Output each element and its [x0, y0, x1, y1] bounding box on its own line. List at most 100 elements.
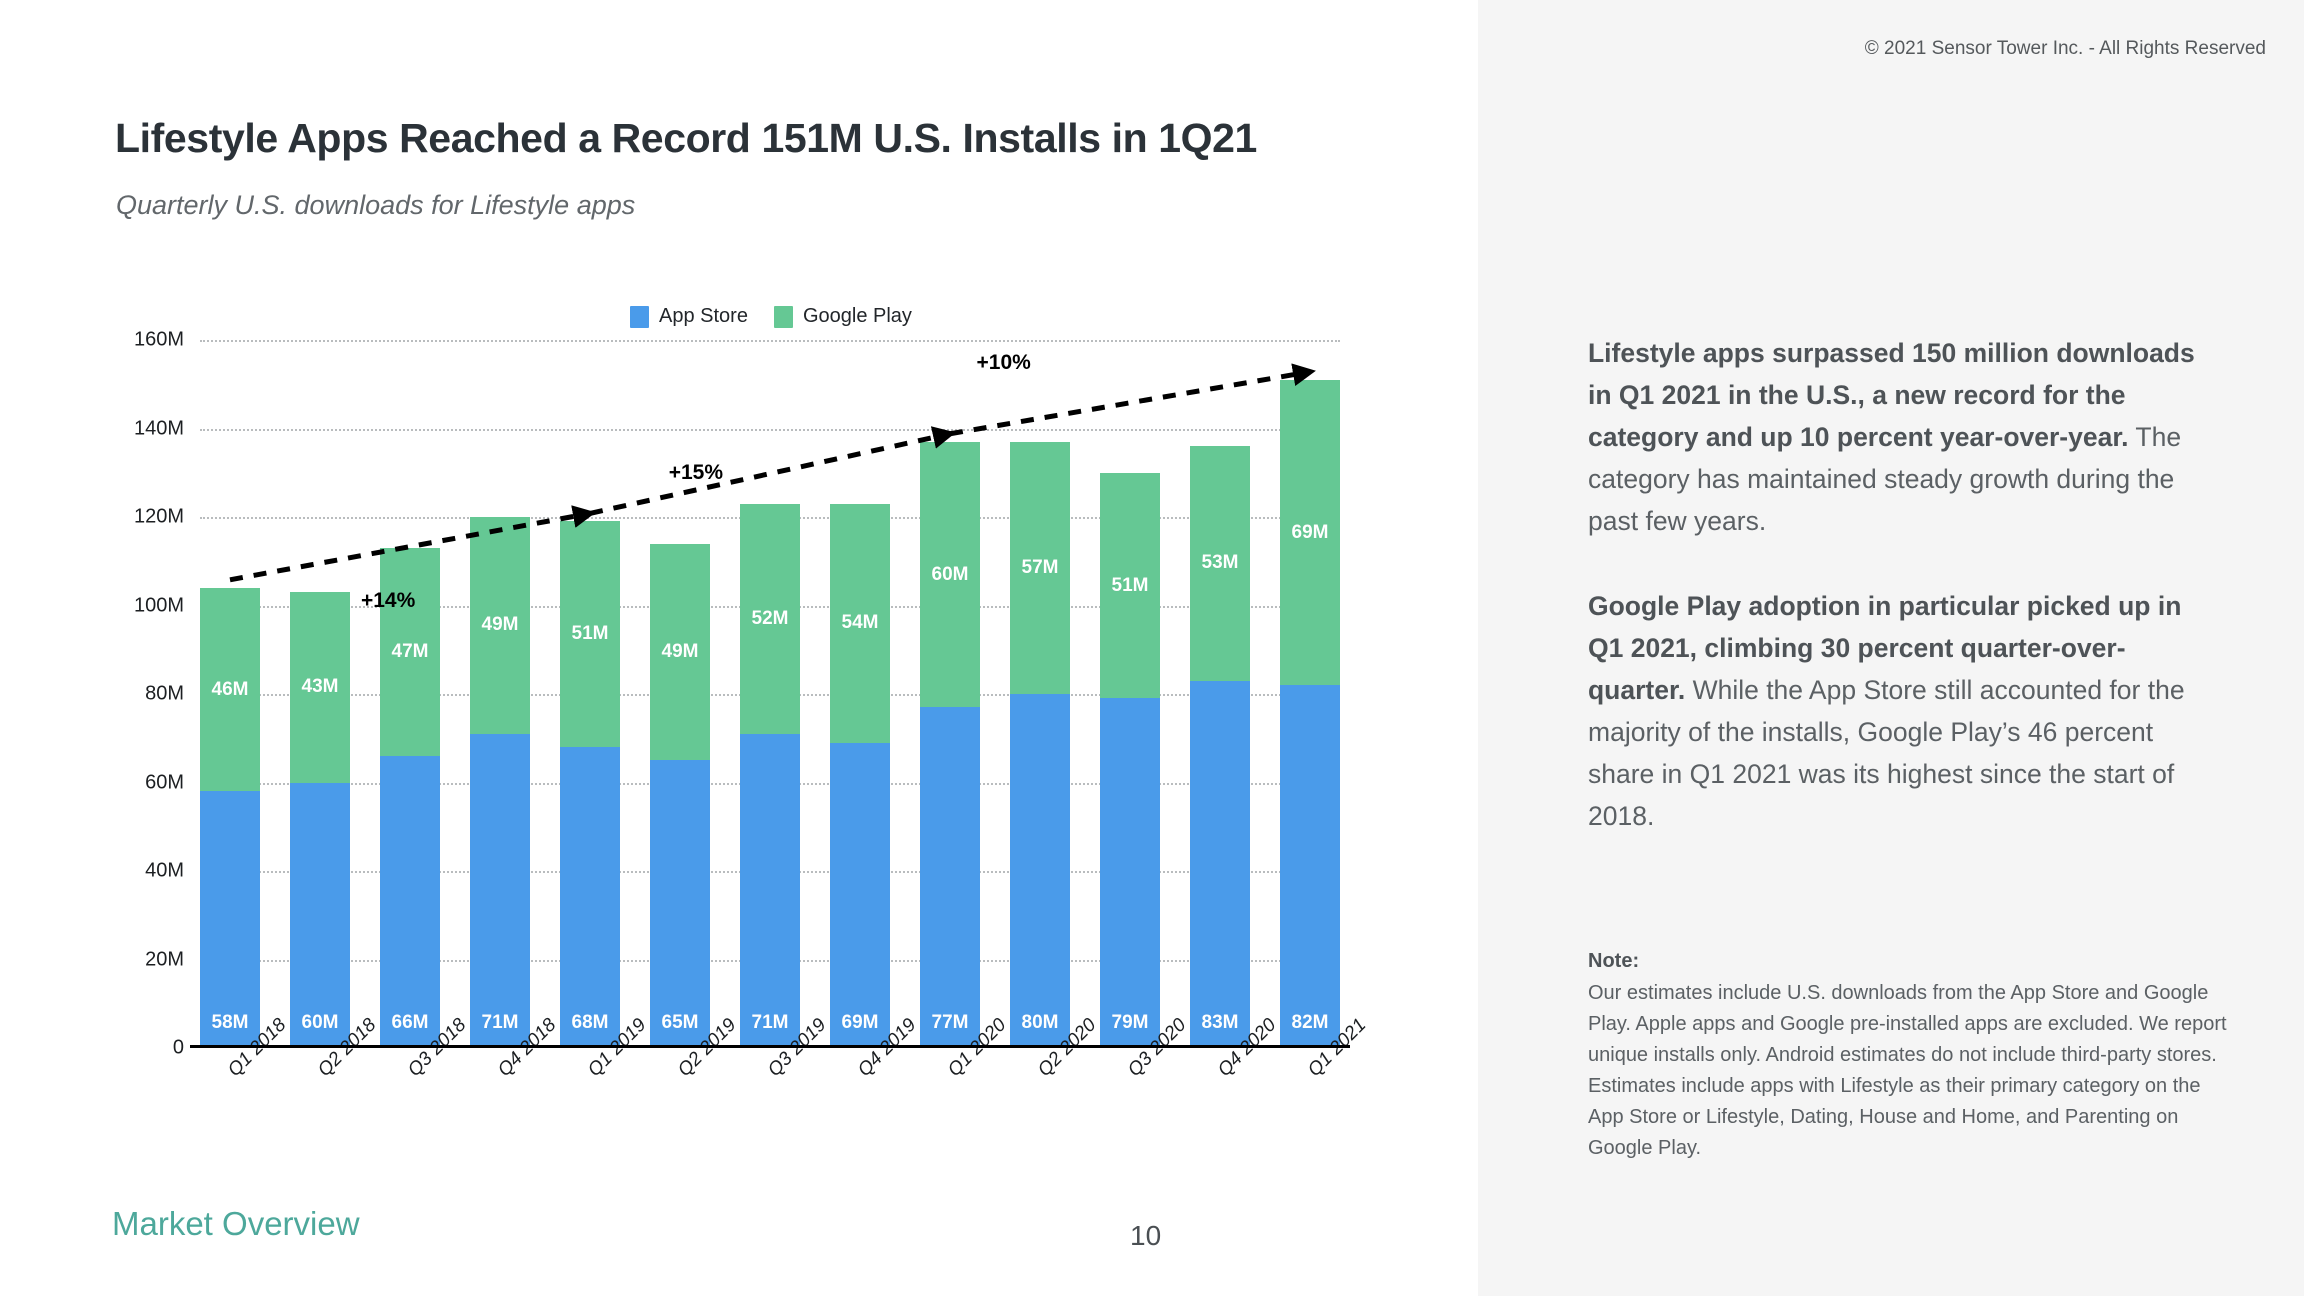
bar-segment-label: 82M — [1291, 1012, 1329, 1033]
note-block: Note: Our estimates include U.S. downloa… — [1588, 950, 2228, 1164]
legend-swatch-icon — [773, 305, 793, 328]
bar-segment-label: 79M — [1111, 1012, 1149, 1033]
bar-segment-label: 46M — [211, 678, 249, 700]
page-subtitle: Quarterly U.S. downloads for Lifestyle a… — [116, 190, 636, 220]
bar-segment-google-play[interactable]: 52M — [740, 503, 800, 734]
note-title: Note: — [1588, 950, 1640, 972]
slide-root: Lifestyle Apps Reached a Record 151M U.S… — [0, 0, 2304, 1296]
bar-segment-label: 49M — [481, 614, 519, 636]
bar-segment-app-store[interactable]: 71M — [470, 733, 530, 1048]
y-axis-tick-label: 120M — [133, 505, 184, 528]
bar-segment-label: 51M — [571, 623, 609, 645]
bar-column[interactable]: 52M 71M Q3 2019 — [740, 340, 830, 1081]
y-axis-tick-label: 40M — [145, 859, 184, 882]
bar-segment-app-store[interactable]: 68M — [560, 747, 620, 1048]
bar-segment-app-store[interactable]: 58M — [200, 791, 260, 1048]
legend-swatch-icon — [630, 305, 649, 328]
bar-segment-label: 66M — [391, 1012, 429, 1033]
legend-item-app-store[interactable]: App Store — [630, 305, 748, 328]
bar-segment-label: 65M — [661, 1012, 699, 1033]
y-axis-tick-label: 80M — [145, 682, 184, 705]
legend-item-google-play[interactable]: Google Play — [773, 305, 912, 328]
slide-main-panel: Lifestyle Apps Reached a Record 151M U.S… — [0, 0, 1478, 1296]
bar-segment-app-store[interactable]: 69M — [830, 742, 890, 1048]
bar-segment-label: 57M — [1021, 556, 1059, 578]
insight-paragraph-2: Google Play adoption in particular picke… — [1588, 585, 2218, 837]
copyright-text: © 2021 Sensor Tower Inc. - All Rights Re… — [1864, 38, 2266, 59]
bar-segment-google-play[interactable]: 49M — [470, 517, 530, 734]
bar-segment-google-play[interactable]: 51M — [560, 521, 620, 748]
bar-segment-label: 49M — [661, 640, 699, 662]
bar-segment-google-play[interactable]: 43M — [290, 592, 350, 783]
bar-segment-label: 43M — [301, 676, 339, 698]
y-axis-tick-label: 100M — [133, 594, 184, 616]
y-axis-tick-label: 140M — [133, 417, 184, 439]
bar-segment-app-store[interactable]: 83M — [1190, 680, 1250, 1048]
sidebar-panel: © 2021 Sensor Tower Inc. - All Rights Re… — [1478, 0, 2304, 1296]
bar-segment-app-store[interactable]: 71M — [740, 733, 800, 1048]
bar-segment-label: 51M — [1111, 574, 1149, 596]
bar-segment-label: 53M — [1201, 552, 1239, 574]
bar-segment-google-play[interactable]: 47M — [380, 547, 440, 756]
bar-segment-google-play[interactable]: 46M — [200, 587, 260, 792]
bar-column[interactable]: 43M 60M Q2 2018 — [290, 340, 380, 1081]
bar-segment-label: 52M — [751, 607, 789, 629]
y-axis-tick-label: 20M — [145, 948, 184, 970]
bar-segment-google-play[interactable]: 57M — [1010, 441, 1070, 694]
bar-column[interactable]: 49M 71M Q4 2018 — [470, 340, 560, 1081]
bar-segment-label: 71M — [751, 1012, 789, 1033]
footer-section-link[interactable]: Market Overview — [112, 1205, 360, 1243]
growth-annotation-label: +10% — [976, 351, 1031, 375]
chart-legend: App Store Google Play — [630, 305, 912, 328]
growth-annotation-label: +14% — [360, 588, 416, 612]
bar-segment-label: 69M — [1291, 521, 1329, 543]
y-axis-tick-label: 0 — [172, 1036, 184, 1059]
bar-segment-label: 60M — [931, 563, 969, 585]
legend-label: App Store — [659, 305, 748, 327]
bar-column[interactable]: 49M 65M Q2 2019 — [650, 340, 740, 1081]
insight-paragraph-1: Lifestyle apps surpassed 150 million dow… — [1588, 332, 2218, 542]
bar-segment-label: 54M — [841, 612, 879, 634]
bar-segment-label: 83M — [1201, 1012, 1239, 1033]
chart-plot-area: 0 20M 40M 60M 80M 100M 120M 140M 160M 46M 58M Q1 2… — [134, 329, 1370, 1081]
chart-x-axis-line — [190, 1045, 1350, 1048]
bar-segment-google-play[interactable]: 53M — [1190, 446, 1250, 681]
bar-segment-app-store[interactable]: 82M — [1280, 685, 1340, 1048]
bar-segment-label: 69M — [841, 1012, 879, 1033]
bar-column[interactable]: 69M 82M Q1 2021 — [1280, 340, 1370, 1081]
bar-segment-google-play[interactable]: 51M — [1100, 472, 1160, 699]
bar-segment-label: 58M — [211, 1012, 249, 1033]
bar-segment-label: 60M — [301, 1012, 339, 1033]
bar-column[interactable]: 53M 83M Q4 2020 — [1190, 340, 1280, 1081]
bar-column[interactable]: 60M 77M Q1 2020 — [920, 340, 1010, 1081]
bar-segment-google-play[interactable]: 54M — [830, 503, 890, 743]
bar-column[interactable]: 47M 66M Q3 2018 — [380, 340, 470, 1081]
bar-segment-app-store[interactable]: 65M — [650, 760, 710, 1048]
bar-column[interactable]: 51M 68M Q1 2019 — [560, 340, 650, 1081]
insight-paragraph-1-bold: Lifestyle apps surpassed 150 million dow… — [1588, 338, 2195, 452]
bar-segment-app-store[interactable]: 66M — [380, 755, 440, 1048]
note-body: Our estimates include U.S. downloads fro… — [1588, 982, 2227, 1159]
bar-segment-label: 71M — [481, 1012, 519, 1033]
bar-segment-label: 77M — [931, 1012, 969, 1033]
bar-segment-label: 80M — [1021, 1012, 1059, 1033]
bar-segment-app-store[interactable]: 60M — [290, 782, 350, 1048]
legend-label: Google Play — [802, 305, 912, 327]
bar-column[interactable]: 46M 58M Q1 2018 — [200, 340, 290, 1081]
y-axis-tick-label: 60M — [145, 771, 184, 793]
bar-column[interactable]: 54M 69M Q4 2019 — [830, 340, 920, 1081]
bar-segment-google-play[interactable]: 60M — [920, 441, 980, 708]
y-axis-tick-label: 160M — [133, 328, 184, 351]
bar-segment-label: 47M — [391, 640, 429, 662]
page-number: 10 — [1130, 1220, 1162, 1251]
bar-segment-app-store[interactable]: 77M — [920, 707, 980, 1048]
bar-segment-google-play[interactable]: 49M — [650, 543, 710, 761]
bar-segment-google-play[interactable]: 69M — [1280, 379, 1340, 686]
bar-column[interactable]: 57M 80M Q2 2020 — [1010, 340, 1100, 1081]
bar-segment-label: 68M — [571, 1012, 609, 1033]
bar-column[interactable]: 51M 79M Q3 2020 — [1100, 340, 1190, 1081]
bar-segment-app-store[interactable]: 79M — [1100, 698, 1160, 1048]
chart-bars: 46M 58M Q1 2018 43M 60M Q2 2018 47M 66M Q3 2018 4… — [200, 340, 1370, 1081]
bar-segment-app-store[interactable]: 80M — [1010, 694, 1070, 1048]
growth-annotation-label: +15% — [668, 461, 724, 485]
